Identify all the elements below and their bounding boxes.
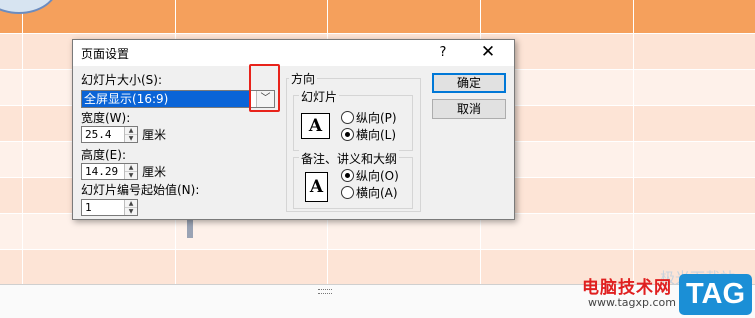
start-number-value: 1 — [85, 201, 92, 214]
start-number-label: 幻灯片编号起始值(N): — [81, 183, 200, 197]
radio-button-selected[interactable] — [341, 128, 354, 141]
portrait-page-icon: A — [305, 172, 328, 202]
start-number-stepper[interactable]: 1 ▲ ▼ — [81, 199, 138, 216]
cancel-button[interactable]: 取消 — [432, 99, 506, 119]
slides-portrait-label: 纵向(P) — [356, 111, 397, 125]
radio-button-selected[interactable] — [341, 169, 354, 182]
dialog-title: 页面设置 — [81, 47, 130, 61]
spin-down-icon[interactable]: ▼ — [125, 135, 137, 142]
close-button[interactable]: ✕ — [474, 41, 502, 63]
ok-button[interactable]: 确定 — [432, 73, 506, 93]
spin-up-icon[interactable]: ▲ — [125, 164, 137, 172]
spin-up-icon[interactable]: ▲ — [125, 200, 137, 208]
radio-button[interactable] — [341, 111, 354, 124]
height-label: 高度(E): — [81, 148, 126, 162]
height-value: 14.29 — [85, 165, 119, 178]
slides-group-label: 幻灯片 — [299, 88, 340, 105]
height-unit: 厘米 — [142, 165, 167, 179]
slide-size-select[interactable]: 全屏显示(16:9) ﹀ — [81, 90, 275, 108]
notes-landscape-label: 横向(A) — [356, 186, 398, 200]
table-col-divider — [22, 0, 23, 290]
watermark-url: www.tagxp.com — [588, 296, 676, 309]
start-number-spin-buttons[interactable]: ▲ ▼ — [124, 200, 137, 215]
page-setup-dialog: 页面设置 ? ✕ 幻灯片大小(S): 全屏显示(16:9) ﹀ 宽度(W): 2… — [72, 39, 515, 220]
watermark-logo: TAG — [679, 274, 752, 315]
help-button[interactable]: ? — [432, 43, 454, 63]
width-stepper[interactable]: 25.4 ▲ ▼ — [81, 126, 138, 143]
pane-splitter-handle[interactable] — [318, 289, 332, 294]
spin-up-icon[interactable]: ▲ — [125, 127, 137, 135]
watermark-site-name: 电脑技术网 — [582, 278, 672, 298]
notes-portrait-label: 纵向(O) — [356, 169, 399, 183]
decorative-shape — [187, 218, 193, 238]
highlight-box — [249, 64, 280, 112]
height-spin-buttons[interactable]: ▲ ▼ — [124, 164, 137, 179]
orientation-title: 方向 — [289, 70, 318, 87]
slides-landscape-label: 横向(L) — [356, 128, 397, 142]
landscape-page-icon: A — [301, 113, 330, 139]
width-value: 25.4 — [85, 128, 112, 141]
slide-size-value: 全屏显示(16:9) — [82, 91, 250, 107]
width-label: 宽度(W): — [81, 111, 131, 125]
slide-size-label: 幻灯片大小(S): — [81, 73, 163, 87]
table-col-divider — [633, 0, 634, 290]
width-spin-buttons[interactable]: ▲ ▼ — [124, 127, 137, 142]
spin-down-icon[interactable]: ▼ — [125, 208, 137, 215]
notes-group-label: 备注、讲义和大纲 — [299, 150, 400, 167]
spin-down-icon[interactable]: ▼ — [125, 172, 137, 179]
radio-button[interactable] — [341, 186, 354, 199]
width-unit: 厘米 — [142, 128, 167, 142]
height-stepper[interactable]: 14.29 ▲ ▼ — [81, 163, 138, 180]
dialog-titlebar[interactable]: 页面设置 ? ✕ — [73, 40, 514, 66]
table-header-row — [0, 0, 755, 33]
